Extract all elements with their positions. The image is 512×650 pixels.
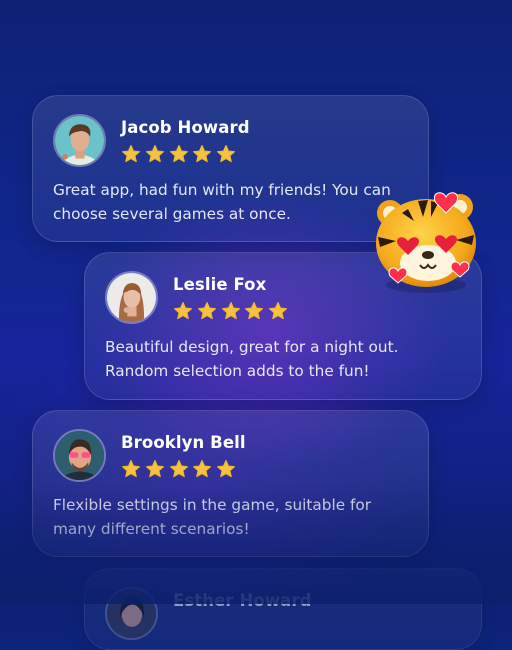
star-icon (193, 145, 212, 163)
review-card: Brooklyn Bell Flexible settings in the g… (32, 410, 429, 557)
star-icon (145, 460, 164, 478)
star-icon (169, 145, 188, 163)
star-icon (221, 302, 240, 320)
avatar (105, 271, 158, 324)
star-icon (122, 145, 140, 163)
star-icon (217, 460, 236, 478)
reviewer-name: Brooklyn Bell (121, 433, 246, 452)
star-rating (121, 459, 240, 479)
reviewer-name: Jacob Howard (121, 118, 250, 137)
star-icon (245, 302, 264, 320)
star-rating (121, 144, 240, 164)
star-icon (145, 145, 164, 163)
star-icon (269, 302, 288, 320)
tiger-hearts-emoji-icon (368, 183, 486, 295)
star-icon (193, 460, 212, 478)
star-icon (217, 145, 236, 163)
star-icon (174, 302, 192, 320)
avatar (53, 114, 106, 167)
reviewer-name: Esther Howard (173, 591, 312, 610)
star-icon (169, 460, 188, 478)
star-icon (197, 302, 216, 320)
star-rating (173, 301, 292, 321)
review-card: Esther Howard (84, 568, 482, 650)
star-icon (122, 460, 140, 478)
reviewer-name: Leslie Fox (173, 275, 267, 294)
avatar (105, 587, 158, 640)
review-text: Flexible settings in the game, suitable … (53, 496, 372, 538)
review-text: Great app, had fun with my friends! You … (53, 181, 391, 223)
avatar (53, 429, 106, 482)
review-text: Beautiful design, great for a night out.… (105, 338, 399, 380)
